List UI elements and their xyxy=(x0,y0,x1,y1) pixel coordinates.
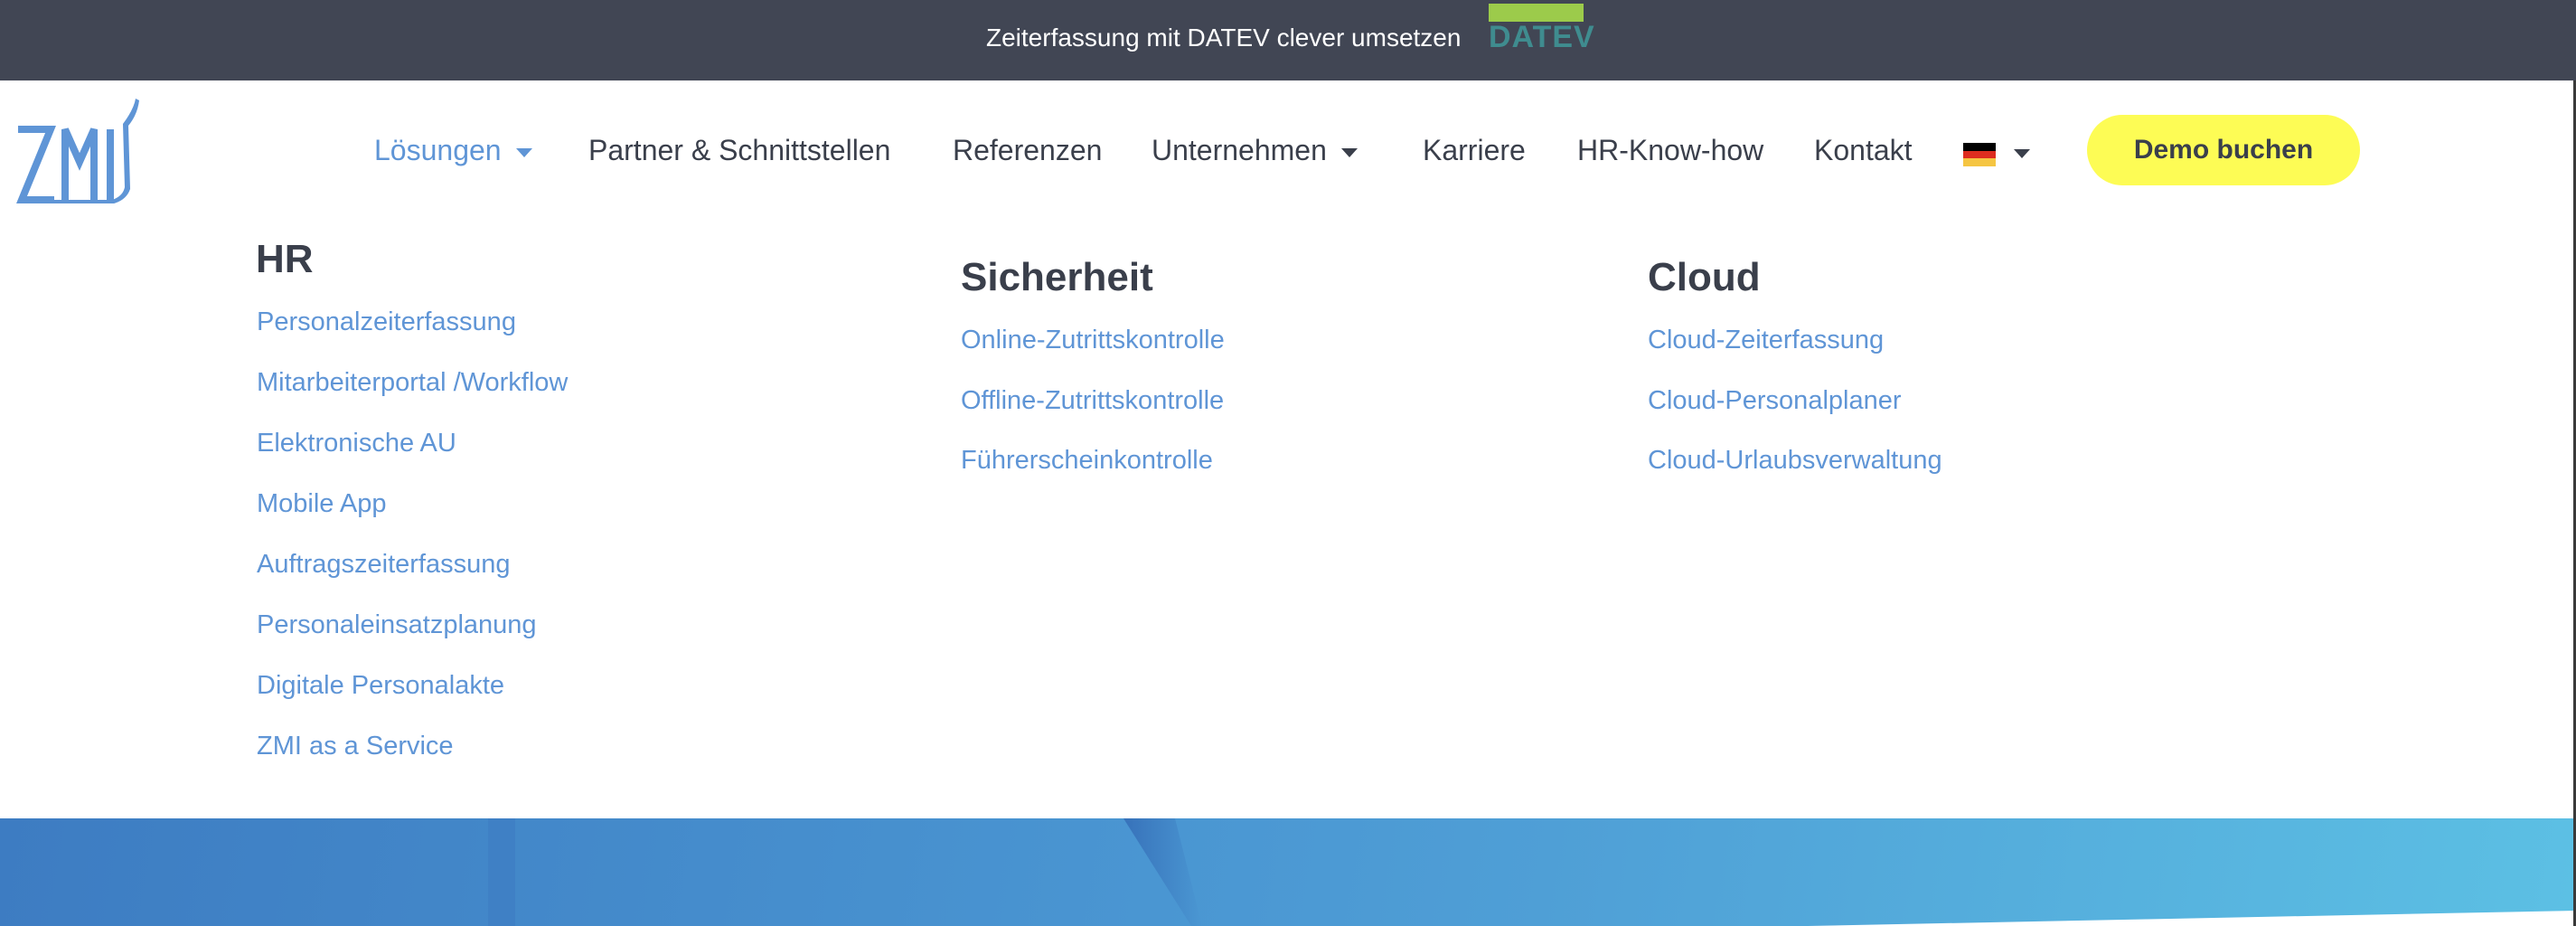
column-title-sicherheit: Sicherheit xyxy=(961,255,1153,299)
hero-shapes xyxy=(488,818,2576,926)
column-title-hr: HR xyxy=(256,237,314,281)
datev-logo-bar xyxy=(1489,4,1584,22)
menu-link[interactable]: Cloud-Personalplaner xyxy=(1648,386,1902,416)
datev-logo-text: DATEV xyxy=(1489,20,1595,54)
menu-link[interactable]: Offline-Zutrittskontrolle xyxy=(961,386,1224,416)
nav-partner-schnittstellen[interactable]: Partner & Schnittstellen xyxy=(588,134,890,167)
menu-link[interactable]: Personaleinsatzplanung xyxy=(257,610,537,640)
datev-logo[interactable]: DATEV xyxy=(1489,4,1595,54)
hero-background xyxy=(0,818,2576,926)
nav-losungen[interactable]: Lösungen xyxy=(374,134,532,167)
nav-referenzen[interactable]: Referenzen xyxy=(953,134,1102,167)
zmi-logo[interactable] xyxy=(16,99,154,207)
menu-link[interactable]: Cloud-Urlaubsverwaltung xyxy=(1648,446,1942,476)
language-chevron-down-icon[interactable] xyxy=(2014,149,2030,158)
menu-link[interactable]: ZMI as a Service xyxy=(257,732,454,761)
menu-link[interactable]: Online-Zutrittskontrolle xyxy=(961,326,1225,355)
banner-text[interactable]: Zeiterfassung mit DATEV clever umsetzen xyxy=(986,24,1461,52)
nav-label: Lösungen xyxy=(374,134,502,166)
menu-link[interactable]: Mitarbeiterportal /Workflow xyxy=(257,368,568,398)
menu-link[interactable]: Digitale Personalakte xyxy=(257,671,504,701)
menu-link[interactable]: Mobile App xyxy=(257,489,387,519)
menu-link[interactable]: Elektronische AU xyxy=(257,429,456,458)
demo-buchen-button[interactable]: Demo buchen xyxy=(2087,115,2360,185)
nav-karriere[interactable]: Karriere xyxy=(1423,134,1526,167)
chevron-down-icon xyxy=(515,147,532,157)
menu-link[interactable]: Cloud-Zeiterfassung xyxy=(1648,326,1884,355)
nav-kontakt[interactable]: Kontakt xyxy=(1814,134,1913,167)
column-title-cloud: Cloud xyxy=(1648,255,1761,299)
menu-link[interactable]: Führerscheinkontrolle xyxy=(961,446,1213,476)
menu-link[interactable]: Auftragszeiterfassung xyxy=(257,550,510,580)
nav-unternehmen[interactable]: Unternehmen xyxy=(1152,134,1358,167)
nav-hr-know-how[interactable]: HR-Know-how xyxy=(1577,134,1763,167)
nav-label: Unternehmen xyxy=(1152,134,1327,166)
top-banner[interactable]: Zeiterfassung mit DATEV clever umsetzen … xyxy=(0,0,2576,80)
de-flag-icon[interactable] xyxy=(1963,143,1996,166)
chevron-down-icon xyxy=(1340,147,1358,157)
menu-link[interactable]: Personalzeiterfassung xyxy=(257,307,516,337)
